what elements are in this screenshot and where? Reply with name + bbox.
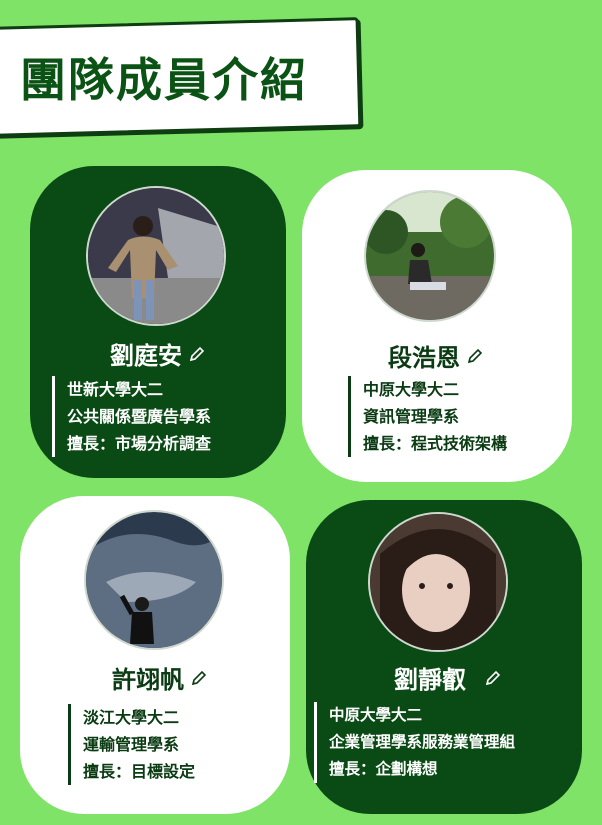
member-info-3: 淡江大學大二 運輸管理學系 擅長：目標設定 [68, 704, 195, 785]
member-name-3: 許翊帆 [112, 666, 184, 694]
member-info-2: 中原大學大二 資訊管理學系 擅長：程式技術架構 [348, 376, 507, 457]
member-specialty-2: 擅長：程式技術架構 [363, 434, 508, 453]
page-title: 團隊成員介紹 [20, 53, 308, 107]
pencil-icon [191, 670, 207, 685]
member-name-row-1: 劉庭安 [110, 336, 206, 371]
member-department-2: 資訊管理學系 [363, 407, 460, 426]
member-card-3: 許翊帆 淡江大學大二 運輸管理學系 擅長：目標設定 [20, 496, 290, 814]
member-school-1: 世新大學大二 [67, 380, 164, 399]
pencil-icon [189, 346, 205, 361]
member-specialty-4: 擅長：企劃構想 [329, 760, 438, 778]
member-school-3: 淡江大學大二 [83, 708, 180, 727]
member-department-3: 運輸管理學系 [83, 735, 180, 754]
member-photo-2 [364, 190, 496, 322]
member-department-1: 公共關係暨廣告學系 [67, 407, 212, 426]
member-specialty-3: 擅長：目標設定 [83, 762, 196, 781]
member-info-4: 中原大學大二 企業管理學系服務業管理組 擅長：企劃構想 [314, 702, 515, 783]
member-name-row-4: 劉靜叡 [394, 660, 502, 695]
member-card-2: 段浩恩 中原大學大二 資訊管理學系 擅長：程式技術架構 [302, 170, 572, 482]
member-name-row-3: 許翊帆 [112, 660, 208, 695]
member-school-2: 中原大學大二 [363, 380, 460, 399]
member-department-4: 企業管理學系服務業管理組 [329, 733, 516, 751]
member-name-row-2: 段浩恩 [388, 338, 484, 373]
member-photo-2-image [366, 192, 494, 320]
member-photo-1 [86, 186, 226, 326]
member-name-2: 段浩恩 [388, 344, 460, 372]
member-photo-1-image [88, 188, 224, 324]
pencil-icon [467, 348, 483, 363]
member-school-4: 中原大學大二 [329, 706, 423, 724]
member-photo-3 [84, 510, 224, 650]
member-photo-3-image [86, 512, 222, 648]
member-specialty-1: 擅長：市場分析調查 [67, 434, 212, 453]
member-info-1: 世新大學大二 公共關係暨廣告學系 擅長：市場分析調查 [52, 376, 211, 457]
member-photo-4-image [370, 514, 506, 650]
member-photo-4 [368, 512, 508, 652]
pencil-icon [485, 670, 501, 685]
member-card-1: 劉庭安 世新大學大二 公共關係暨廣告學系 擅長：市場分析調查 [30, 166, 286, 478]
member-card-4: 劉靜叡 中原大學大二 企業管理學系服務業管理組 擅長：企劃構想 [306, 500, 582, 814]
member-name-4: 劉靜叡 [394, 666, 466, 694]
member-name-1: 劉庭安 [110, 342, 182, 370]
